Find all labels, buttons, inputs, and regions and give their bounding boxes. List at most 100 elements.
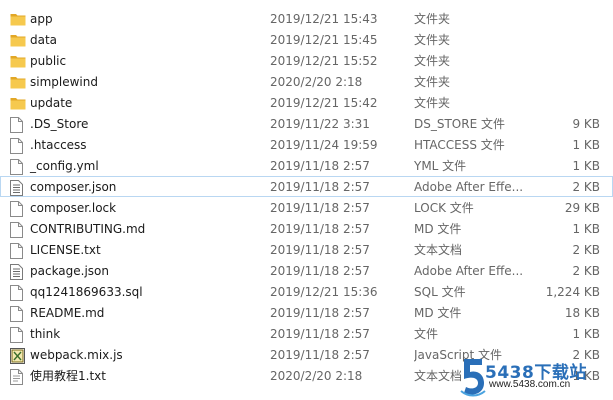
file-size: 1,224 KB <box>545 285 600 299</box>
file-row[interactable]: .DS_Store 2019/11/22 3:31 DS_STORE 文件 9 KB <box>0 113 613 134</box>
file-row[interactable]: data 2019/12/21 15:45 文件夹 <box>0 29 613 50</box>
text-file-icon <box>10 369 24 385</box>
file-date: 2019/11/18 2:57 <box>270 222 370 236</box>
file-list: app 2019/12/21 15:43 文件夹 data 2019/12/21 15:… <box>0 8 613 386</box>
folder-icon <box>10 75 26 91</box>
file-name: README.md <box>30 306 105 320</box>
file-size: 2 KB <box>572 243 600 257</box>
blank-file-icon <box>10 285 24 301</box>
file-date: 2019/11/18 2:57 <box>270 306 370 320</box>
file-date: 2019/12/21 15:36 <box>270 285 378 299</box>
file-type: 文本文档 <box>414 243 463 257</box>
file-row[interactable]: composer.json 2019/11/18 2:57 Adobe After … <box>0 176 613 197</box>
file-row[interactable]: README.md 2019/11/18 2:57 MD 文件 18 KB <box>0 302 613 323</box>
file-size: 1 KB <box>572 327 600 341</box>
file-row[interactable]: package.json 2019/11/18 2:57 Adobe After E… <box>0 260 613 281</box>
file-type: LOCK 文件 <box>414 201 474 215</box>
file-size: 1 KB <box>572 159 600 173</box>
file-row[interactable]: app 2019/12/21 15:43 文件夹 <box>0 8 613 29</box>
file-date: 2019/12/21 15:45 <box>270 33 378 47</box>
blank-file-icon <box>10 201 24 217</box>
file-date: 2019/12/21 15:52 <box>270 54 378 68</box>
file-date: 2019/11/24 19:59 <box>270 138 378 152</box>
file-date: 2019/11/18 2:57 <box>270 243 370 257</box>
file-date: 2019/11/22 3:31 <box>270 117 370 131</box>
file-date: 2019/11/18 2:57 <box>270 264 370 278</box>
file-type: 文件夹 <box>414 54 451 68</box>
blank-file-icon <box>10 159 24 175</box>
blank-file-icon <box>10 117 24 133</box>
watermark-url: www.5438.com.cn <box>489 379 571 390</box>
file-row[interactable]: CONTRIBUTING.md 2019/11/18 2:57 MD 文件 1 KB <box>0 218 613 239</box>
blank-file-icon <box>10 138 24 154</box>
file-name: LICENSE.txt <box>30 243 101 257</box>
folder-icon <box>10 54 26 70</box>
file-name: webpack.mix.js <box>30 348 123 362</box>
blank-file-icon <box>10 243 24 259</box>
file-name: 使用教程1.txt <box>30 369 106 383</box>
file-type: MD 文件 <box>414 306 462 320</box>
js-file-icon <box>10 348 25 364</box>
json-file-icon <box>10 180 24 196</box>
file-type: 文件夹 <box>414 33 451 47</box>
file-type: Adobe After Effe... <box>414 264 524 278</box>
file-date: 2019/11/18 2:57 <box>270 180 370 194</box>
file-size: 2 KB <box>572 180 600 194</box>
file-row[interactable]: update 2019/12/21 15:42 文件夹 <box>0 92 613 113</box>
file-date: 2020/2/20 2:18 <box>270 369 363 383</box>
file-row[interactable]: public 2019/12/21 15:52 文件夹 <box>0 50 613 71</box>
file-name: public <box>30 54 67 68</box>
file-size: 29 KB <box>564 201 600 215</box>
file-name: qq1241869633.sql <box>30 285 143 299</box>
file-name: composer.json <box>30 180 117 194</box>
file-row[interactable]: think 2019/11/18 2:57 文件 1 KB <box>0 323 613 344</box>
file-size: 1 KB <box>572 222 600 236</box>
file-date: 2019/11/18 2:57 <box>270 348 370 362</box>
file-row[interactable]: .htaccess 2019/11/24 19:59 HTACCESS 文件 1 KB <box>0 134 613 155</box>
file-date: 2019/11/18 2:57 <box>270 201 370 215</box>
file-row[interactable]: composer.lock 2019/11/18 2:57 LOCK 文件 29 KB <box>0 197 613 218</box>
folder-icon <box>10 33 26 49</box>
file-name: .htaccess <box>30 138 87 152</box>
file-size: 2 KB <box>572 264 600 278</box>
file-row[interactable]: LICENSE.txt 2019/11/18 2:57 文本文档 2 KB <box>0 239 613 260</box>
file-row[interactable]: _config.yml 2019/11/18 2:57 YML 文件 1 KB <box>0 155 613 176</box>
blank-file-icon <box>10 306 24 322</box>
file-type: 文件夹 <box>414 12 451 26</box>
file-date: 2019/12/21 15:42 <box>270 96 378 110</box>
file-type: SQL 文件 <box>414 285 466 299</box>
folder-icon <box>10 12 26 28</box>
file-row[interactable]: simplewind 2020/2/20 2:18 文件夹 <box>0 71 613 92</box>
file-name: _config.yml <box>30 159 99 173</box>
file-size: 18 KB <box>564 306 600 320</box>
file-name: package.json <box>30 264 110 278</box>
file-row[interactable]: qq1241869633.sql 2019/12/21 15:36 SQL 文件 1,… <box>0 281 613 302</box>
file-name: CONTRIBUTING.md <box>30 222 146 236</box>
file-date: 2019/12/21 15:43 <box>270 12 378 26</box>
file-size: 9 KB <box>572 117 600 131</box>
file-name: think <box>30 327 61 341</box>
file-type: Adobe After Effe... <box>414 180 524 194</box>
json-file-icon <box>10 264 24 280</box>
file-type: 文件夹 <box>414 75 451 89</box>
site-watermark: 5438下载站 www.5438.com.cn <box>458 354 613 400</box>
file-type: 文件 <box>414 327 439 341</box>
watermark-logo-icon <box>460 359 486 397</box>
file-type: MD 文件 <box>414 222 462 236</box>
file-name: update <box>30 96 73 110</box>
file-name: .DS_Store <box>30 117 89 131</box>
file-size: 1 KB <box>572 138 600 152</box>
file-type: HTACCESS 文件 <box>414 138 505 152</box>
file-type: 文件夹 <box>414 96 451 110</box>
file-name: data <box>30 33 58 47</box>
blank-file-icon <box>10 222 24 238</box>
file-type: DS_STORE 文件 <box>414 117 505 131</box>
file-name: simplewind <box>30 75 98 89</box>
file-type: YML 文件 <box>414 159 467 173</box>
file-date: 2020/2/20 2:18 <box>270 75 363 89</box>
file-date: 2019/11/18 2:57 <box>270 159 370 173</box>
folder-icon <box>10 96 26 112</box>
file-name: app <box>30 12 53 26</box>
blank-file-icon <box>10 327 24 343</box>
file-name: composer.lock <box>30 201 117 215</box>
